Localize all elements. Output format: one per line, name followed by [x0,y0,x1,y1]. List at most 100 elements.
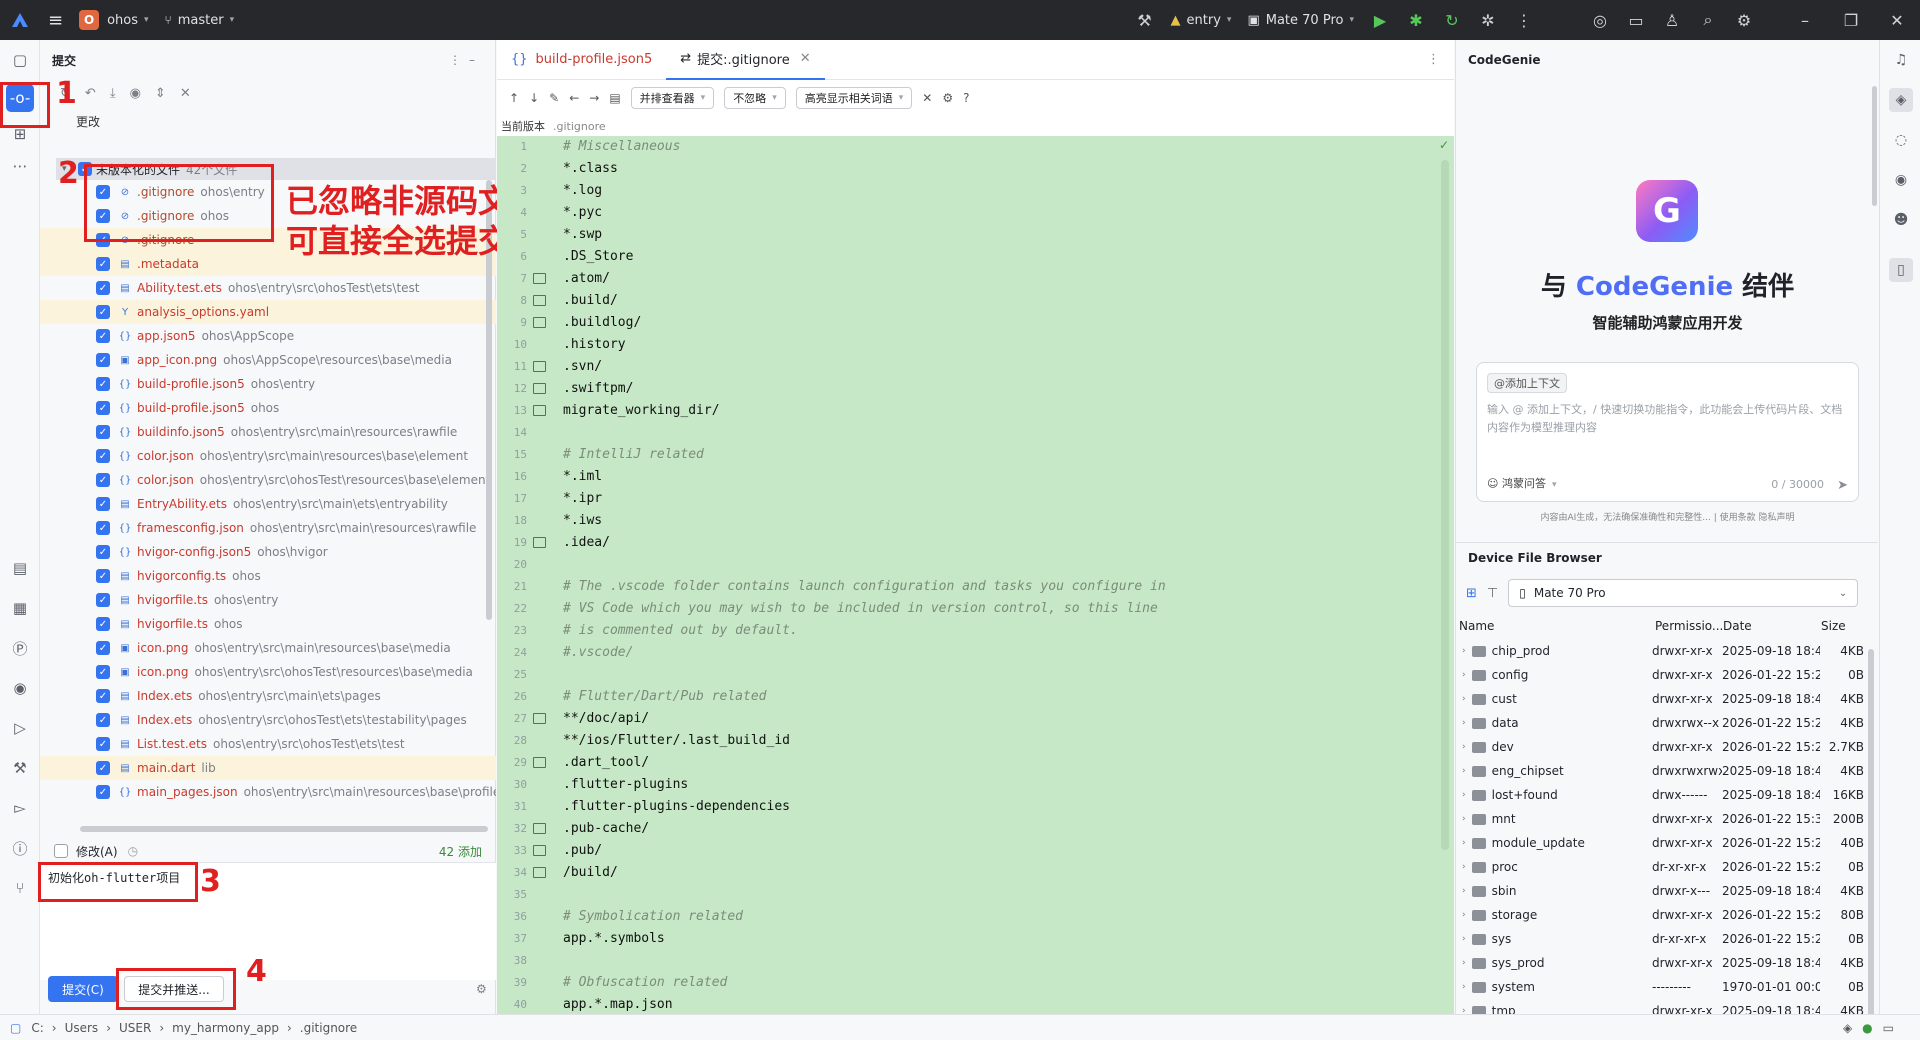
file-checkbox[interactable]: ✓ [96,665,110,679]
rollback-icon[interactable]: ↶ [85,86,96,101]
file-row[interactable]: ✓ ▤ hvigorfile.ts ohos\entry [40,588,496,612]
table-icon[interactable]: ▦ [6,594,34,622]
eye-icon[interactable]: ◉ [1889,168,1913,192]
file-row[interactable]: ✓ {} color.json ohos\entry\src\ohosTest\res… [40,468,496,492]
profiler-icon[interactable]: ✲ [1470,0,1506,40]
close-icon[interactable]: ✕ [1874,0,1920,40]
folder-sync-icon[interactable]: ▭ [1618,0,1654,40]
document-icon[interactable]: ▤ [609,91,620,105]
arrow-left-icon[interactable]: ← [569,91,579,105]
tree-icon[interactable]: ⊤ [1487,586,1498,601]
file-row[interactable]: ✓ ▤ hvigorfile.ts ohos [40,612,496,636]
file-checkbox[interactable]: ✓ [96,377,110,391]
file-checkbox[interactable]: ✓ [96,593,110,607]
device-file-row[interactable]: › config drwxr-xr-x 2026-01-22 15:2 0B [1456,663,1878,687]
collapse-icon[interactable]: ✕ [922,91,932,105]
file-row[interactable]: ✓ ▣ icon.png ohos\entry\src\ohosTest\resour… [40,660,496,684]
git-icon[interactable]: ⑂ [6,874,34,902]
hide-icon[interactable]: – [469,53,483,67]
chevron-right-icon[interactable]: › [1462,814,1466,824]
device-file-row[interactable]: › proc dr-xr-xr-x 2026-01-22 15:2 0B [1456,855,1878,879]
device-file-row[interactable]: › sys dr-xr-xr-x 2026-01-22 15:2 0B [1456,927,1878,951]
file-checkbox[interactable]: ✓ [96,641,110,655]
breadcrumb-item[interactable]: .gitignore [300,1021,357,1035]
commit-button[interactable]: 提交(C) [48,976,118,1002]
more-vertical-icon[interactable]: ⋮ [449,53,469,67]
file-checkbox[interactable]: ✓ [96,713,110,727]
device-file-row[interactable]: › tmp drwxr-xr-x 2025-09-18 18:4 4KB [1456,999,1878,1015]
editor-scrollbar[interactable] [1441,160,1449,850]
file-checkbox[interactable]: ✓ [96,497,110,511]
device-file-row[interactable]: › sys_prod drwxr-xr-x 2025-09-18 18:4 4KB [1456,951,1878,975]
device-file-row[interactable]: › sbin drwxr-x--- 2025-09-18 18:4 4KB [1456,879,1878,903]
file-checkbox[interactable]: ✓ [96,521,110,535]
chevron-right-icon[interactable]: › [1462,646,1466,656]
eye-icon[interactable]: ◉ [6,674,34,702]
arrow-up-icon[interactable]: ↑ [509,91,519,105]
codegenie-scrollbar[interactable] [1872,86,1877,206]
file-row[interactable]: ✓ ▣ app_icon.png ohos\AppScope\resources\ba… [40,348,496,372]
file-row[interactable]: ✓ {} color.json ohos\entry\src\main\resourc… [40,444,496,468]
chevron-right-icon[interactable]: › [1462,694,1466,704]
file-checkbox[interactable]: ✓ [96,329,110,343]
mode-selector[interactable]: ☺ 鸿蒙问答 ▾ [1487,475,1557,491]
clock-icon[interactable]: ◷ [128,844,138,858]
file-checkbox[interactable]: ✓ [96,353,110,367]
file-row[interactable]: ✓ {} framesconfig.json ohos\entry\src\main\… [40,516,496,540]
grid-icon[interactable]: ⊞ [1466,586,1477,601]
close-icon[interactable]: ✕ [800,51,811,66]
problems-icon[interactable]: ⓘ [6,834,34,862]
chevron-right-icon[interactable]: › [1462,670,1466,680]
chevron-right-icon[interactable]: › [1462,934,1466,944]
file-checkbox[interactable]: ✓ [96,305,110,319]
file-checkbox[interactable]: ✓ [96,785,110,799]
app-logo-icon[interactable] [0,0,40,40]
run-icon[interactable]: ▶ [1362,0,1398,40]
project-selector[interactable]: O ohos ▾ [71,0,156,40]
arrow-down-icon[interactable]: ↓ [529,91,539,105]
expand-icon[interactable]: ⇕ [155,86,166,101]
tab-commit-gitignore[interactable]: ⇄ 提交:.gitignore ✕ [666,40,825,80]
ignore-dropdown[interactable]: 不忽略 ▾ [724,87,786,109]
device-file-row[interactable]: › module_update drwxr-xr-x 2026-01-22 15:2 4… [1456,831,1878,855]
more-vertical-icon[interactable]: ⋮ [1506,0,1542,40]
file-row[interactable]: ✓ ▤ List.test.ets ohos\entry\src\ohosTest\e… [40,732,496,756]
col-name[interactable]: Name [1459,619,1655,633]
file-checkbox[interactable]: ✓ [96,425,110,439]
device-selector[interactable]: ▣ Mate 70 Pro ▾ [1239,0,1362,40]
chevron-right-icon[interactable]: › [1462,862,1466,872]
chevron-right-icon[interactable]: › [1462,790,1466,800]
branch-selector[interactable]: ⑂ master ▾ [157,0,243,40]
add-context-chip[interactable]: @添加上下文 [1487,373,1567,393]
file-checkbox[interactable]: ✓ [96,569,110,583]
lock-icon[interactable]: ▭ [1883,1021,1894,1035]
minimize-icon[interactable]: – [1782,0,1828,40]
col-size[interactable]: Size [1821,619,1865,633]
chevron-right-icon[interactable]: › [1462,718,1466,728]
file-row[interactable]: ✓ ▣ icon.png ohos\entry\src\main\resources\… [40,636,496,660]
file-row[interactable]: ✓ ▤ hvigorconfig.ts ohos [40,564,496,588]
codegenie-input[interactable]: @添加上下文 输入 @ 添加上下文，/ 快速切换功能指令，此功能会上传代码片段、… [1476,362,1859,502]
file-checkbox[interactable]: ✓ [96,737,110,751]
device-dropdown[interactable]: ▯ Mate 70 Pro ⌄ [1508,579,1859,607]
module-selector[interactable]: ▲ entry ▾ [1163,0,1240,40]
chevron-right-icon[interactable]: › [1462,766,1466,776]
breadcrumb-item[interactable]: my_harmony_app [172,1021,279,1035]
breadcrumb-item[interactable]: C: [31,1021,43,1035]
chevron-right-icon[interactable]: › [1462,982,1466,992]
codegenie-icon[interactable]: ◈ [1889,88,1913,112]
file-row[interactable]: ✓ Yanalysis_options.yaml [40,300,496,324]
file-checkbox[interactable]: ✓ [96,545,110,559]
breadcrumb-item[interactable]: USER [119,1021,151,1035]
file-row[interactable]: ✓ ▤ Index.ets ohos\entry\src\main\ets\pages [40,684,496,708]
device-list-scrollbar[interactable] [1868,649,1874,1019]
file-row[interactable]: ✓ ▤ Ability.test.ets ohos\entry\src\ohosTes… [40,276,496,300]
project-icon[interactable]: ▢ [6,46,34,74]
file-row[interactable]: ✓ ▤ Index.ets ohos\entry\src\ohosTest\ets\t… [40,708,496,732]
col-date[interactable]: Date [1723,619,1821,633]
more-horizontal-icon[interactable]: ⋯ [6,152,34,180]
build-icon[interactable]: ⚒ [6,754,34,782]
file-list-hscrollbar[interactable] [80,826,488,832]
gear-icon[interactable]: ⚙ [1726,0,1762,40]
device-file-row[interactable]: › mnt drwxr-xr-x 2026-01-22 15:3 200B [1456,807,1878,831]
